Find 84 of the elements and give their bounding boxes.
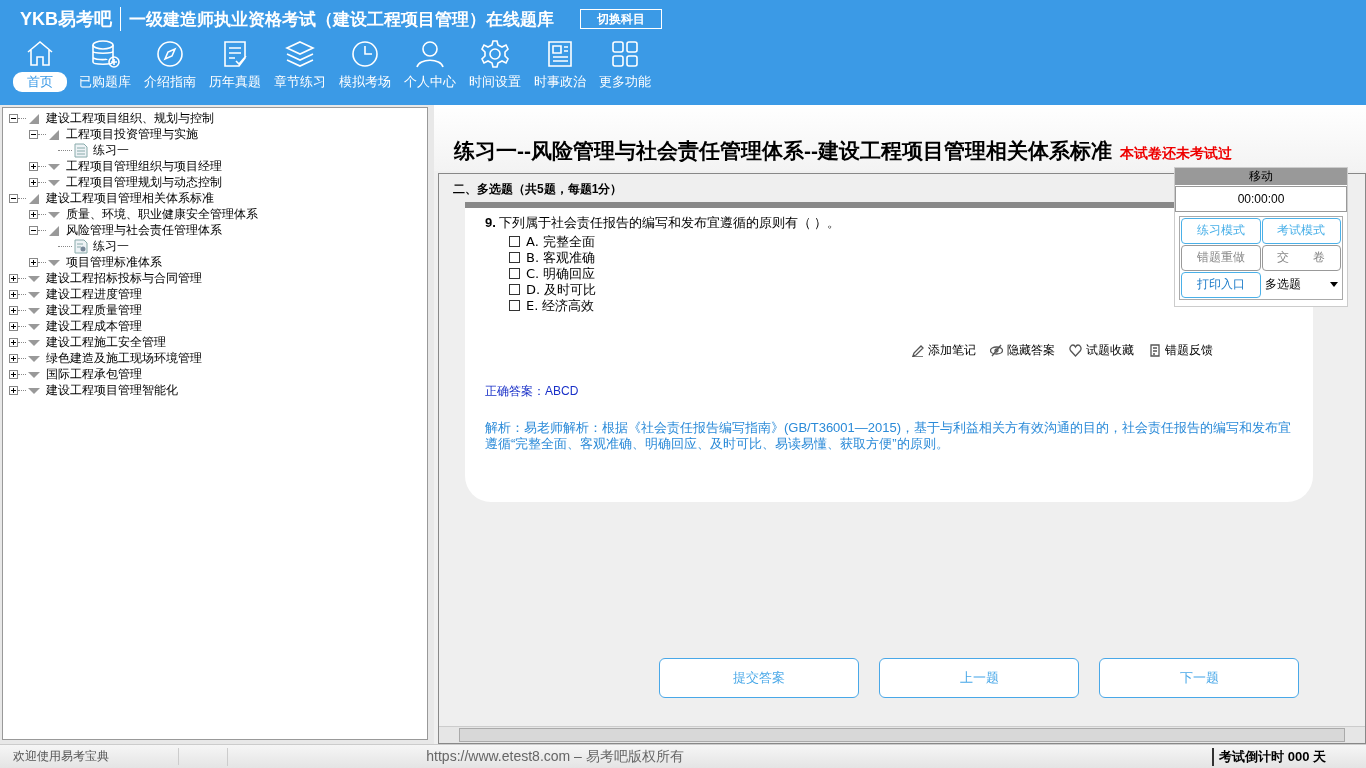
eye-icon[interactable]	[990, 343, 1003, 357]
collapse-icon[interactable]	[29, 130, 38, 140]
option-label[interactable]: C. 明确回应	[526, 264, 596, 283]
correct-answer: 正确答案：ABCD	[485, 382, 580, 400]
tree-item[interactable]: 工程项目投资管理与实施	[66, 126, 198, 144]
database-icon[interactable]	[89, 38, 121, 70]
expand-icon[interactable]	[9, 338, 18, 348]
section-heading: 二、多选题（共5题，每题1分）	[453, 180, 623, 198]
expand-icon[interactable]	[9, 370, 18, 380]
collapse-icon[interactable]	[9, 194, 18, 204]
tree-item[interactable]: 建设工程施工安全管理	[46, 334, 166, 352]
tree-item[interactable]: 质量、环境、职业健康安全管理体系	[66, 206, 258, 224]
tool-link[interactable]: 错题反馈	[1165, 341, 1213, 359]
collapse-icon[interactable]	[9, 114, 18, 124]
copyright-text: https://www.etest8.com – 易考吧版权所有	[425, 747, 685, 766]
document-icon	[74, 143, 88, 159]
tree-item[interactable]: 建设工程质量管理	[46, 302, 142, 320]
expand-icon[interactable]	[9, 322, 18, 332]
tree-item[interactable]: 绿色建造及施工现场环境管理	[46, 350, 202, 368]
expand-icon[interactable]	[9, 354, 18, 364]
expand-icon[interactable]	[29, 210, 38, 220]
triangle-icon	[48, 224, 60, 237]
horizontal-scrollbar[interactable]	[439, 726, 1365, 744]
checkbox[interactable]	[509, 252, 520, 264]
tree-item[interactable]: 建设工程进度管理	[46, 286, 142, 304]
timer: 00:00:00	[1175, 185, 1347, 212]
document-icon[interactable]	[1148, 343, 1161, 357]
tree-item[interactable]: 工程项目管理组织与项目经理	[66, 158, 222, 176]
expand-icon[interactable]	[9, 290, 18, 300]
exercise-item[interactable]: 练习一	[93, 142, 129, 160]
grid-icon[interactable]	[609, 38, 641, 70]
checkbox[interactable]	[509, 268, 520, 280]
expand-icon[interactable]	[29, 258, 38, 268]
checkbox[interactable]	[509, 284, 520, 296]
question-text: 9. 下列属于社会责任报告的编写和发布宜遵循的原则有（ ）。	[485, 213, 841, 232]
welcome-text: 欢迎使用易考宝典	[0, 748, 179, 765]
panel-button[interactable]: 错题重做	[1181, 244, 1261, 271]
app-title: 一级建造师执业资格考试（建设工程项目管理）在线题库	[128, 8, 554, 31]
panel-button[interactable]: 交 卷	[1261, 244, 1341, 271]
document-pin-icon	[74, 239, 88, 255]
tool-link[interactable]: 隐藏答案	[1007, 341, 1055, 359]
person-icon[interactable]	[414, 38, 446, 70]
triangle-icon	[28, 112, 40, 125]
option-label[interactable]: E. 经济高效	[526, 296, 595, 315]
expand-icon[interactable]	[29, 178, 38, 188]
collapse-icon[interactable]	[29, 226, 38, 236]
tree-item[interactable]: 项目管理标准体系	[66, 254, 162, 272]
clock-icon[interactable]	[349, 38, 381, 70]
expand-icon[interactable]	[9, 386, 18, 396]
exam-status: 本试卷还未考试过	[1120, 144, 1232, 163]
analysis-text: 解析：易老师解析：根据《社会责任报告编写指南》(GB/T36001—2015)，基于与利益相关方有效沟通的目的，社会责任报告的编写和发布宜遵循“完整全面、客观准确、明确回应、及时可比、易读易懂、获取方便”的原则。	[485, 419, 1293, 452]
expand-icon[interactable]	[9, 274, 18, 284]
exam-title: 练习一--风险管理与社会责任管理体系--建设工程项目管理相关体系标准	[454, 137, 1112, 164]
tool-link[interactable]: 试题收藏	[1086, 341, 1134, 359]
tree-item[interactable]: 风险管理与社会责任管理体系	[66, 222, 222, 240]
pencil-icon[interactable]	[911, 343, 924, 357]
caret-icon	[1330, 282, 1338, 288]
option-label[interactable]: A. 完整全面	[526, 232, 595, 251]
heart-icon[interactable]	[1069, 343, 1082, 357]
gear-icon[interactable]	[479, 38, 511, 70]
tool-link[interactable]: 添加笔记	[928, 341, 976, 359]
exercise-item[interactable]: 练习一	[93, 238, 129, 256]
panel-title[interactable]: 移动	[1175, 167, 1347, 185]
question-type-dropdown[interactable]: 多选题	[1261, 271, 1341, 298]
option-label[interactable]: D. 及时可比	[526, 280, 597, 299]
checkbox[interactable]	[509, 236, 520, 248]
tree-item[interactable]: 建设工程项目管理智能化	[46, 382, 178, 400]
option-label[interactable]: B. 客观准确	[526, 248, 596, 267]
tree-item[interactable]: 建设工程项目组织、规划与控制	[46, 110, 214, 128]
exam-countdown: 考试倒计时 000 天	[1212, 747, 1366, 766]
tree-item[interactable]: 建设工程项目管理相关体系标准	[46, 190, 214, 208]
tree-item[interactable]: 国际工程承包管理	[46, 366, 142, 384]
tree-item[interactable]: 工程项目管理规划与动态控制	[66, 174, 222, 192]
triangle-icon	[48, 128, 60, 141]
compass-icon[interactable]	[154, 38, 186, 70]
checkbox[interactable]	[509, 300, 520, 312]
panel-button[interactable]: 打印入口	[1181, 271, 1261, 298]
layers-icon[interactable]	[284, 38, 316, 70]
tree-item[interactable]: 建设工程成本管理	[46, 318, 142, 336]
triangle-icon	[28, 192, 40, 205]
expand-icon[interactable]	[29, 162, 38, 172]
app-logo: YKB易考吧	[20, 7, 121, 31]
expand-icon[interactable]	[9, 306, 18, 316]
tree-item[interactable]: 建设工程招标投标与合同管理	[46, 270, 202, 288]
